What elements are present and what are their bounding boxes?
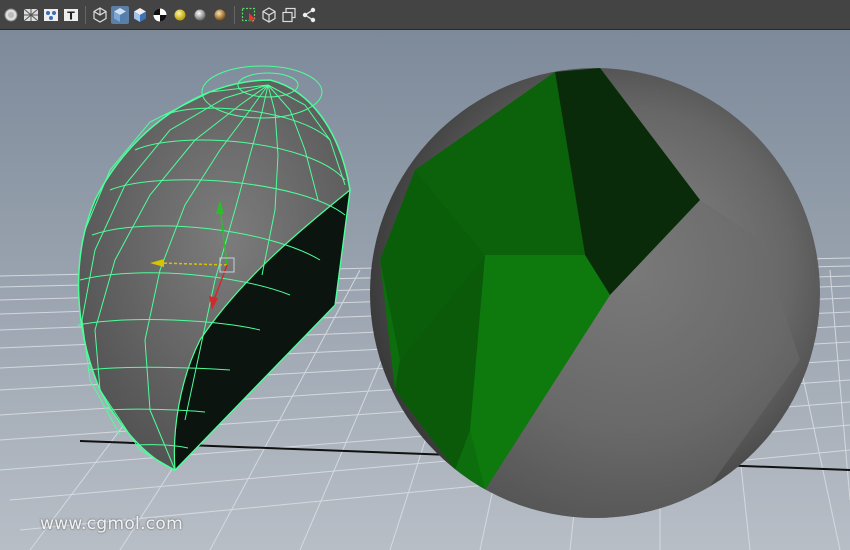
xray-cube-icon[interactable] [260,6,278,24]
toolbar-separator [85,5,86,24]
circle-select-icon[interactable] [2,6,20,24]
toolbar-separator [234,5,235,24]
default-light-icon[interactable] [171,6,189,24]
multi-cube-icon[interactable] [280,6,298,24]
viewport-3d[interactable] [0,30,850,550]
texture-nodes-icon[interactable] [42,6,60,24]
isolate-select-icon[interactable] [240,6,258,24]
share-nodes-icon[interactable] [300,6,318,24]
wireframe-cube-icon[interactable] [91,6,109,24]
svg-text:T: T [67,9,75,22]
shaded-cube-icon[interactable] [111,5,129,24]
checker-ball-icon[interactable] [151,6,169,24]
gray-sphere-icon[interactable] [191,6,209,24]
textured-cube-icon[interactable] [131,6,149,24]
text-t-icon[interactable]: T [62,6,80,24]
watermark: www.cgmol.com [40,514,183,534]
scene [0,30,850,550]
wireframe-grid-icon[interactable] [22,6,40,24]
bronze-sphere-icon[interactable] [211,6,229,24]
panel-toolbar: T [0,0,850,30]
